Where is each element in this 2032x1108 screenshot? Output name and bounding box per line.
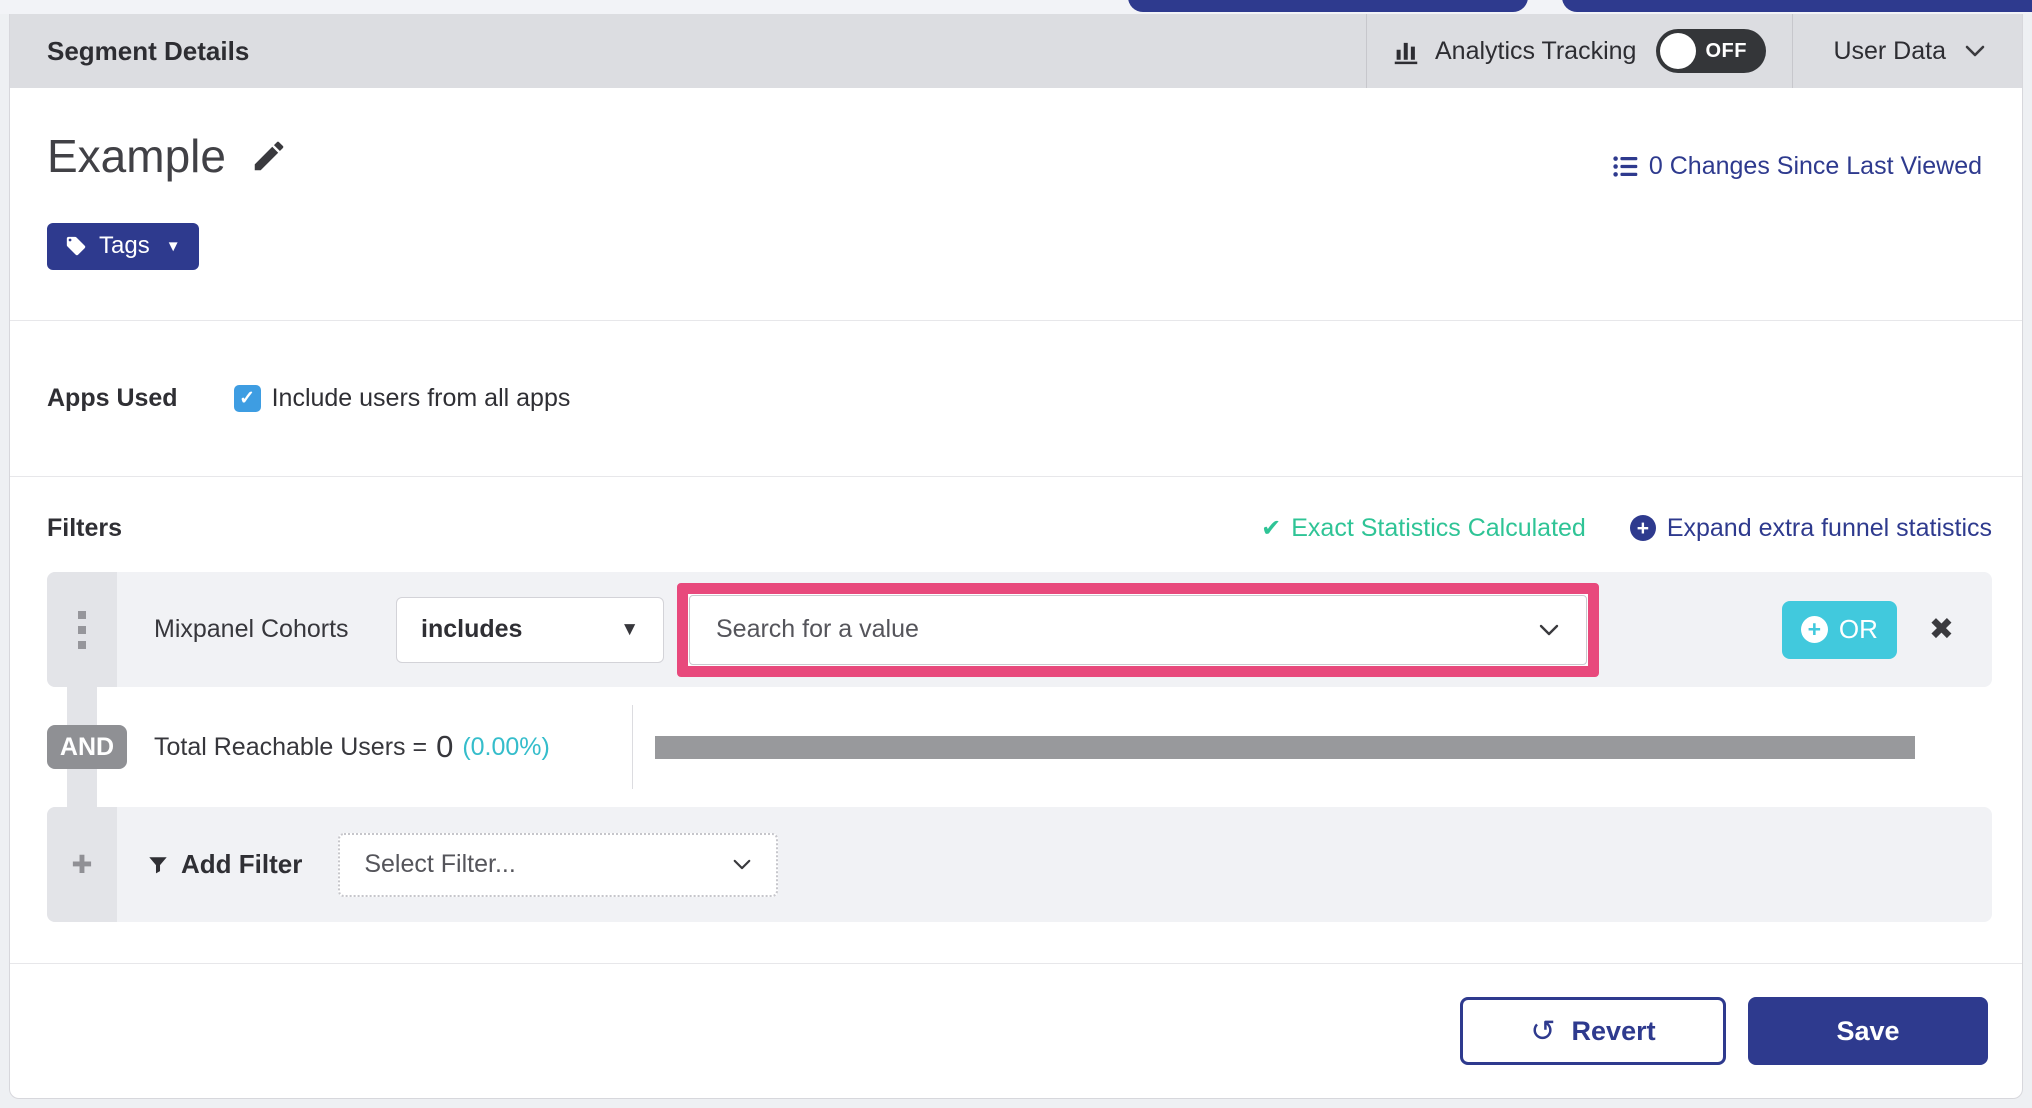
toggle-state-label: OFF (1705, 39, 1747, 62)
changes-since-last-viewed-link[interactable]: 0 Changes Since Last Viewed (1612, 152, 1982, 181)
revert-button[interactable]: ↺ Revert (1460, 997, 1726, 1065)
save-button-label: Save (1836, 1015, 1900, 1046)
remove-filter-button[interactable]: ✖ (1923, 614, 1960, 646)
bar-chart-icon (1391, 36, 1421, 66)
save-button[interactable]: Save (1748, 997, 1988, 1065)
filter-field-name: Mixpanel Cohorts (154, 615, 349, 643)
footer-actions: ↺ Revert Save (10, 964, 2022, 1098)
operator-select[interactable]: includes ▼ (396, 596, 664, 663)
and-badge: AND (47, 725, 127, 769)
drag-handle[interactable] (47, 572, 117, 687)
grip-dot-icon (78, 640, 86, 649)
highlight-outline: Search for a value (677, 582, 1599, 677)
include-all-apps-checkbox[interactable]: ✓ (233, 385, 261, 412)
add-filter-label: Add Filter (181, 849, 303, 879)
and-summary-row: AND Total Reachable Users = 0 (0.00%) (47, 687, 1992, 807)
card-header: Segment Details Analytics Tracking OFF U… (10, 14, 2022, 88)
caret-down-icon: ▼ (620, 618, 639, 640)
page-title: Segment Details (47, 35, 250, 66)
grip-dot-icon (78, 610, 86, 619)
caret-down-icon: ▼ (165, 237, 181, 255)
chevron-down-icon (1538, 623, 1560, 637)
top-partial-button-right[interactable] (1562, 0, 2032, 12)
chevron-down-icon (732, 858, 752, 871)
operator-value: includes (421, 615, 523, 643)
expand-funnel-statistics-link[interactable]: + Expand extra funnel statistics (1629, 513, 1992, 543)
segment-name: Example (47, 130, 226, 182)
include-all-apps-control: ✓ Include users from all apps (233, 384, 571, 413)
select-filter-placeholder: Select Filter... (364, 850, 516, 878)
add-filter-control[interactable]: Add Filter (147, 849, 302, 880)
user-data-dropdown[interactable]: User Data (1793, 14, 2022, 88)
value-search-placeholder: Search for a value (716, 615, 919, 643)
add-filter-gutter: ✚ (47, 807, 117, 922)
exact-statistics-status: ✔ Exact Statistics Calculated (1261, 514, 1586, 543)
total-reachable-users: Total Reachable Users = 0 (0.00%) (154, 729, 550, 765)
exact-statistics-label: Exact Statistics Calculated (1291, 513, 1586, 542)
analytics-tracking-toggle[interactable]: OFF (1656, 29, 1767, 73)
funnel-icon (147, 854, 169, 876)
grip-dot-icon (78, 625, 86, 634)
analytics-tracking-label: Analytics Tracking (1434, 36, 1637, 65)
total-reachable-label: Total Reachable Users = (154, 732, 428, 761)
filter-row: Mixpanel Cohorts includes ▼ Search for a… (47, 572, 1992, 687)
filters-section: Filters ✔ Exact Statistics Calculated + … (10, 477, 2022, 964)
select-filter-dropdown[interactable]: Select Filter... (338, 832, 779, 897)
filters-header-links: ✔ Exact Statistics Calculated + Expand e… (1261, 514, 1992, 543)
apps-used-label: Apps Used (47, 384, 178, 412)
expand-funnel-label: Expand extra funnel statistics (1666, 513, 1992, 542)
tags-button[interactable]: Tags ▼ (47, 222, 199, 270)
plus-icon: ✚ (71, 850, 93, 879)
analytics-tracking-control: Analytics Tracking OFF (1367, 14, 1792, 88)
top-strip (0, 0, 2032, 14)
filters-label: Filters (47, 513, 123, 542)
segment-name-section: Example 0 Changes Since Last Viewed Tags… (10, 88, 2022, 321)
tag-icon (65, 235, 87, 257)
segment-details-card: Segment Details Analytics Tracking OFF U… (9, 14, 2023, 1099)
chevron-down-icon (1964, 44, 1986, 58)
checkbox-check-icon: ✓ (239, 388, 256, 409)
include-all-apps-label: Include users from all apps (271, 384, 571, 412)
header-right-group: Analytics Tracking OFF User Data (1365, 14, 2022, 88)
total-reachable-count: 0 (436, 729, 454, 764)
user-data-label: User Data (1833, 36, 1946, 65)
revert-button-label: Revert (1571, 1015, 1656, 1046)
toggle-knob (1660, 33, 1697, 69)
close-icon: ✖ (1928, 612, 1954, 646)
filter-builder: Mixpanel Cohorts includes ▼ Search for a… (47, 572, 1992, 922)
reachable-users-progress-bar (655, 736, 1915, 759)
add-or-condition-button[interactable]: + OR (1781, 600, 1897, 659)
apps-used-section: Apps Used ✓ Include users from all apps (10, 321, 2022, 477)
changelog-list-icon (1612, 153, 1639, 180)
changes-link-label: 0 Changes Since Last Viewed (1648, 152, 1982, 180)
top-partial-button-left[interactable] (1128, 0, 1528, 12)
check-icon: ✔ (1261, 514, 1282, 542)
filters-header: Filters ✔ Exact Statistics Calculated + … (47, 511, 1992, 545)
undo-icon: ↺ (1530, 1014, 1556, 1048)
add-filter-row: ✚ Add Filter Select Filter... (47, 807, 1992, 922)
summary-divider (632, 705, 633, 789)
value-search-select[interactable]: Search for a value (689, 594, 1587, 665)
plus-circle-icon: + (1629, 515, 1656, 541)
edit-pencil-icon[interactable] (250, 137, 288, 175)
total-reachable-percent: (0.00%) (462, 732, 550, 761)
or-button-label: OR (1838, 614, 1878, 644)
plus-circle-icon: + (1800, 616, 1828, 643)
tags-button-label: Tags (99, 232, 150, 260)
